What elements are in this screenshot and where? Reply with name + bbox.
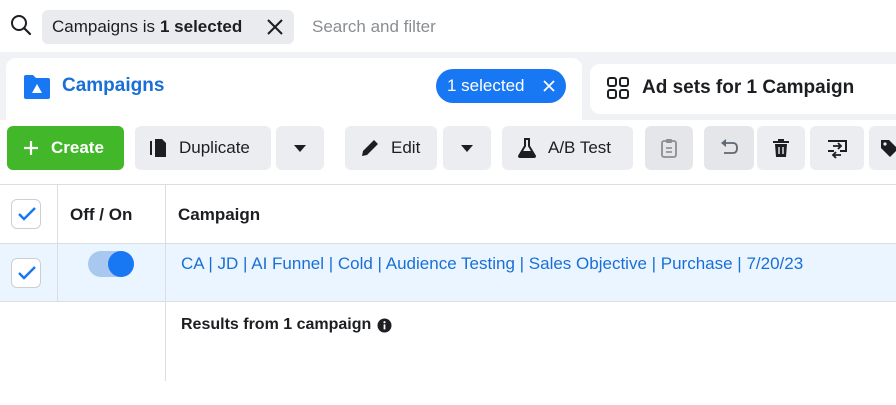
- select-all-checkbox[interactable]: [11, 199, 41, 229]
- create-button-label: Create: [51, 138, 104, 157]
- search-bar: Campaigns is 1 selected: [0, 0, 896, 52]
- delete-button[interactable]: [757, 126, 805, 170]
- tab-ad-sets[interactable]: Ad sets for 1 Campaign: [590, 64, 896, 114]
- edit-dropdown-button[interactable]: [443, 126, 491, 170]
- table-header: Off / On Campaign: [0, 184, 896, 244]
- folder-icon: [24, 75, 50, 99]
- duplicate-icon: [150, 139, 166, 157]
- grid-icon: [607, 77, 629, 99]
- toggle-knob: [108, 251, 134, 277]
- tab-ad-sets-label: Ad sets for 1 Campaign: [642, 77, 855, 98]
- create-button[interactable]: Create: [7, 126, 124, 170]
- clipboard-button[interactable]: [645, 126, 693, 170]
- clipboard-icon: [661, 139, 677, 158]
- selected-count-label: 1 selected: [447, 76, 525, 95]
- ab-test-button[interactable]: A/B Test: [502, 126, 633, 170]
- caret-down-icon: [461, 145, 473, 152]
- tag-button[interactable]: [869, 126, 896, 170]
- campaign-toggle[interactable]: [88, 251, 134, 277]
- info-icon[interactable]: [377, 318, 392, 333]
- results-label: Results from 1 campaign: [181, 316, 372, 333]
- toolbar: Create Duplicate Edit A/B Test: [0, 120, 896, 184]
- undo-icon: [721, 139, 738, 154]
- tab-campaigns[interactable]: Campaigns 1 selected: [6, 58, 582, 120]
- close-icon[interactable]: [542, 79, 556, 93]
- export-button[interactable]: [810, 126, 864, 170]
- close-icon[interactable]: [264, 16, 286, 38]
- campaign-name-link[interactable]: CA | JD | AI Funnel | Cold | Audience Te…: [181, 254, 803, 274]
- filter-chip[interactable]: Campaigns is 1 selected: [42, 10, 294, 44]
- column-divider: [57, 184, 58, 302]
- filter-chip-prefix: Campaigns is: [52, 17, 155, 36]
- edit-button-label: Edit: [391, 138, 421, 157]
- table-row[interactable]: CA | JD | AI Funnel | Cold | Audience Te…: [0, 244, 896, 302]
- ab-test-button-label: A/B Test: [548, 138, 611, 157]
- search-input[interactable]: [302, 10, 882, 44]
- export-icon: [828, 140, 847, 159]
- pencil-icon: [362, 140, 378, 156]
- duplicate-button-label: Duplicate: [179, 138, 250, 157]
- row-checkbox[interactable]: [11, 258, 41, 288]
- column-header-off-on[interactable]: Off / On: [70, 205, 132, 225]
- tab-campaigns-label: Campaigns: [62, 75, 165, 96]
- undo-button[interactable]: [704, 126, 754, 170]
- caret-down-icon: [294, 145, 306, 152]
- plus-icon: [24, 141, 38, 155]
- duplicate-dropdown-button[interactable]: [276, 126, 324, 170]
- column-header-campaign[interactable]: Campaign: [178, 205, 260, 225]
- edit-button[interactable]: Edit: [345, 126, 437, 170]
- flask-icon: [517, 138, 537, 158]
- column-divider: [165, 184, 166, 381]
- results-summary: Results from 1 campaign: [181, 316, 392, 334]
- trash-icon: [773, 139, 789, 157]
- checkmark-icon: [18, 266, 36, 280]
- selected-count-pill[interactable]: 1 selected: [436, 69, 566, 103]
- filter-chip-value: 1 selected: [160, 17, 243, 36]
- checkmark-icon: [18, 207, 36, 221]
- search-icon[interactable]: [8, 12, 34, 38]
- duplicate-button[interactable]: Duplicate: [135, 126, 271, 170]
- tag-icon: [881, 140, 896, 157]
